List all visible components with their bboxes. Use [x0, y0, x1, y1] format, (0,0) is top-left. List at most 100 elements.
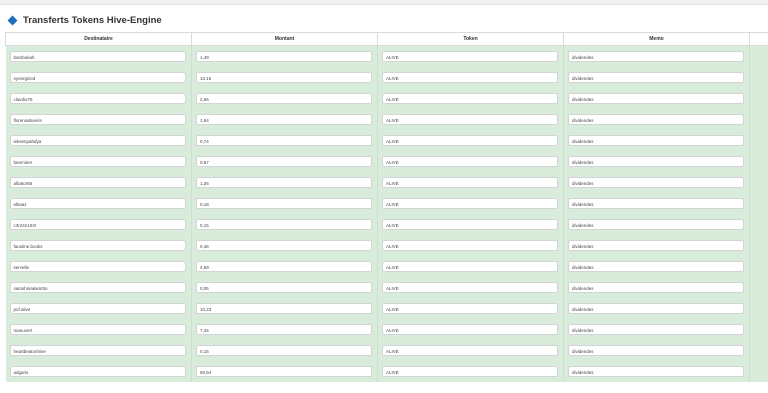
amount-input[interactable]: 1,49	[196, 51, 372, 62]
memo-input[interactable]: dividendes	[568, 303, 744, 314]
table-row: heartbeatonhive 0,15 ALIVE dividendes	[5, 340, 768, 361]
memo-input[interactable]: dividendes	[568, 93, 744, 104]
amount-input[interactable]: 0,18	[196, 198, 372, 209]
token-input[interactable]: ALIVE	[382, 198, 558, 209]
amount-input[interactable]: 0,15	[196, 219, 372, 230]
token-input[interactable]: ALIVE	[382, 240, 558, 251]
table-cell: ALIVE	[377, 45, 564, 67]
table-row: c3r24n103r 0,15 ALIVE dividendes	[5, 214, 768, 235]
recipient-input[interactable]: florensaboeris	[9, 114, 186, 125]
memo-input[interactable]: dividendes	[568, 51, 744, 62]
token-input[interactable]: ALIVE	[382, 156, 558, 167]
memo-input[interactable]: dividendes	[568, 114, 744, 125]
table-cell: dividendes	[563, 109, 750, 130]
table-cell: c3r24n103r	[5, 214, 192, 235]
table-cell-extra	[749, 340, 768, 361]
table-cell: dividendes	[563, 67, 750, 88]
memo-input[interactable]: dividendes	[568, 135, 744, 146]
amount-input[interactable]: 1,64	[196, 114, 372, 125]
table-cell: beeminer	[5, 151, 192, 172]
page-header: Transferts Tokens Hive-Engine	[0, 10, 162, 30]
amount-input[interactable]: 2,66	[196, 93, 372, 104]
token-input[interactable]: ALIVE	[382, 324, 558, 335]
memo-input[interactable]: dividendes	[568, 177, 744, 188]
token-input[interactable]: ALIVE	[382, 219, 558, 230]
table-cell: servelle	[5, 256, 192, 277]
top-strip	[0, 0, 768, 5]
token-input[interactable]: ALIVE	[382, 51, 558, 62]
token-input[interactable]: ALIVE	[382, 135, 558, 146]
recipient-input[interactable]: servelle	[9, 261, 186, 272]
table-cell-extra	[749, 256, 768, 277]
memo-input[interactable]: dividendes	[568, 240, 744, 251]
recipient-input[interactable]: faustine.books	[9, 240, 186, 251]
transfers-table: Destinataire Montant Token Memo bambukah…	[5, 32, 768, 382]
memo-input[interactable]: dividendes	[568, 198, 744, 209]
column-header-memo: Memo	[563, 32, 750, 46]
memo-input[interactable]: dividendes	[568, 324, 744, 335]
recipient-input[interactable]: elkaaz	[9, 198, 186, 209]
token-input[interactable]: ALIVE	[382, 114, 558, 125]
amount-input[interactable]: 4,69	[196, 261, 372, 272]
table-row: elkaaz 0,18 ALIVE dividendes	[5, 193, 768, 214]
token-input[interactable]: ALIVE	[382, 366, 558, 377]
table-cell-extra	[749, 361, 768, 382]
table-cell: dividendes	[563, 214, 750, 235]
table-cell: 10,16	[191, 67, 378, 88]
recipient-input[interactable]: c3r24n103r	[9, 219, 186, 230]
token-input[interactable]: ALIVE	[382, 345, 558, 356]
memo-input[interactable]: dividendes	[568, 345, 744, 356]
amount-input[interactable]: 1,26	[196, 177, 372, 188]
token-input[interactable]: ALIVE	[382, 177, 558, 188]
table-cell: dividendes	[563, 256, 750, 277]
table-cell: ALIVE	[377, 172, 564, 193]
recipient-input[interactable]: synergized	[9, 72, 186, 83]
recipient-input[interactable]: adgaris	[9, 366, 186, 377]
memo-input[interactable]: dividendes	[568, 261, 744, 272]
recipient-input[interactable]: albator65	[9, 177, 186, 188]
column-header-recipient: Destinataire	[5, 32, 192, 46]
table-row: servelle 4,69 ALIVE dividendes	[5, 256, 768, 277]
table-row: faustine.books 0,46 ALIVE dividendes	[5, 235, 768, 256]
token-input[interactable]: ALIVE	[382, 93, 558, 104]
recipient-input[interactable]: beeminer	[9, 156, 186, 167]
amount-input[interactable]: 10,23	[196, 303, 372, 314]
memo-input[interactable]: dividendes	[568, 366, 744, 377]
recipient-input[interactable]: satoshinakam0to	[9, 282, 186, 293]
diamond-icon	[7, 15, 18, 25]
memo-input[interactable]: dividendes	[568, 156, 744, 167]
amount-input[interactable]: 50,64	[196, 366, 372, 377]
transfers-table-container[interactable]: Destinataire Montant Token Memo bambukah…	[5, 32, 768, 393]
recipient-input[interactable]: heartbeatonhive	[9, 345, 186, 356]
table-cell: elkaaz	[5, 193, 192, 214]
amount-input[interactable]: 0,05	[196, 282, 372, 293]
token-input[interactable]: ALIVE	[382, 261, 558, 272]
recipient-input[interactable]: clavdio75	[9, 93, 186, 104]
table-cell: ALIVE	[377, 319, 564, 340]
token-input[interactable]: ALIVE	[382, 282, 558, 293]
recipient-input[interactable]: manuvert	[9, 324, 186, 335]
token-input[interactable]: ALIVE	[382, 303, 558, 314]
amount-input[interactable]: 0,46	[196, 240, 372, 251]
memo-input[interactable]: dividendes	[568, 72, 744, 83]
table-cell: dividendes	[563, 130, 750, 151]
amount-input[interactable]: 0,67	[196, 156, 372, 167]
table-header-row: Destinataire Montant Token Memo	[5, 32, 768, 46]
memo-input[interactable]: dividendes	[568, 219, 744, 230]
recipient-input[interactable]: bambukah	[9, 51, 186, 62]
table-cell-extra	[749, 277, 768, 298]
token-input[interactable]: ALIVE	[382, 72, 558, 83]
table-cell-extra	[749, 214, 768, 235]
amount-input[interactable]: 0,15	[196, 345, 372, 356]
table-row: satoshinakam0to 0,05 ALIVE dividendes	[5, 277, 768, 298]
table-row: pof.alive 10,23 ALIVE dividendes	[5, 298, 768, 319]
amount-input[interactable]: 0,74	[196, 135, 372, 146]
recipient-input[interactable]: pof.alive	[9, 303, 186, 314]
amount-input[interactable]: 7,45	[196, 324, 372, 335]
memo-input[interactable]: dividendes	[568, 282, 744, 293]
amount-input[interactable]: 10,16	[196, 72, 372, 83]
recipient-input[interactable]: ieksenpahdya	[9, 135, 186, 146]
table-cell-extra	[749, 130, 768, 151]
table-cell-extra	[749, 235, 768, 256]
table-cell: 4,69	[191, 256, 378, 277]
